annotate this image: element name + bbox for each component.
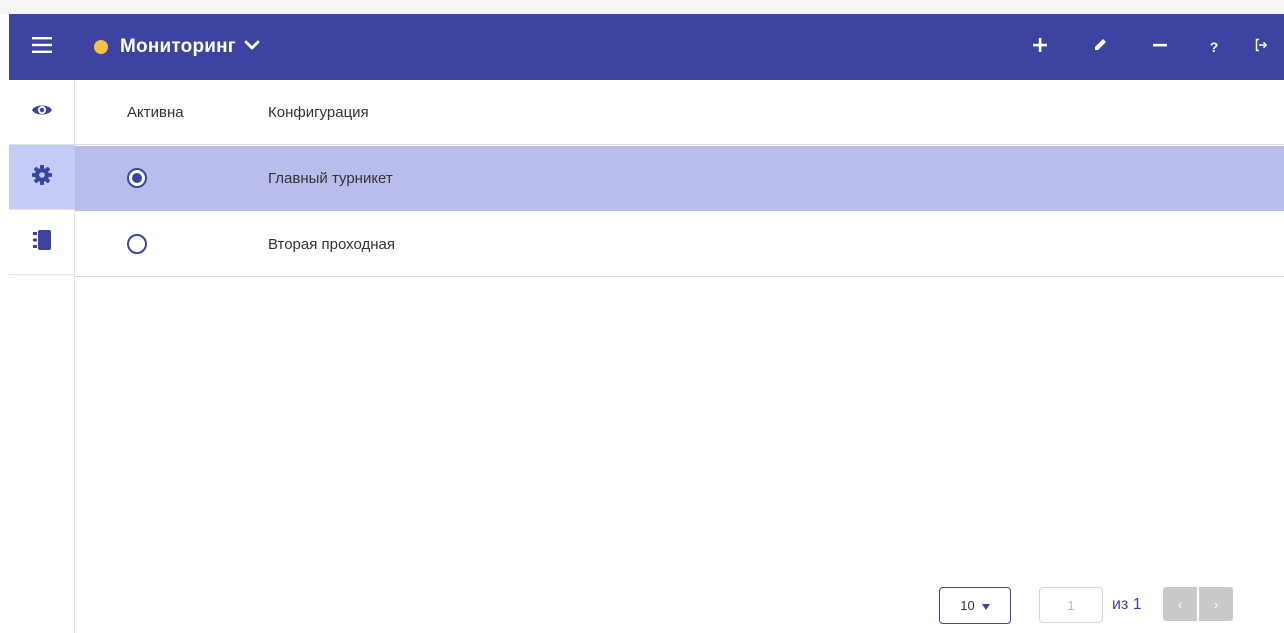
address-book-icon: [32, 229, 52, 256]
configuration-name: Вторая проходная: [268, 235, 396, 253]
configuration-name: Главный турникет: [268, 169, 393, 187]
chevron-left-icon: ‹: [1177, 596, 1183, 612]
help-icon: ?: [1209, 39, 1219, 55]
status-indicator: [94, 40, 108, 54]
column-header-active: Активна: [127, 103, 184, 121]
remove-button[interactable]: [1130, 14, 1190, 80]
gear-icon: [31, 164, 53, 191]
help-button[interactable]: ?: [1190, 14, 1238, 80]
chevron-right-icon: ›: [1213, 596, 1219, 612]
sidebar-item-journal[interactable]: [9, 210, 75, 275]
menu-icon: [30, 35, 54, 60]
logout-button[interactable]: [1238, 14, 1284, 80]
next-page-button[interactable]: ›: [1199, 587, 1233, 621]
page-number-input[interactable]: 1: [1039, 587, 1103, 623]
prev-page-button[interactable]: ‹: [1163, 587, 1197, 621]
top-strip: [0, 0, 1284, 14]
page-size-select[interactable]: 10: [939, 587, 1011, 624]
title-dropdown-button[interactable]: [244, 38, 260, 56]
app-header: Мониторинг ?: [9, 14, 1284, 80]
column-header-configuration: Конфигурация: [268, 103, 369, 121]
plus-icon: [1032, 37, 1048, 58]
sidebar-item-settings[interactable]: [9, 145, 75, 210]
menu-button[interactable]: [9, 14, 75, 80]
sidebar: [9, 80, 75, 633]
edit-button[interactable]: [1070, 14, 1130, 80]
active-radio[interactable]: [127, 234, 147, 254]
configurations-table: Активна Конфигурация Главный турникет Вт…: [75, 80, 1284, 633]
add-button[interactable]: [1010, 14, 1070, 80]
table-row[interactable]: Главный турникет: [75, 146, 1284, 211]
table-header-row: Активна Конфигурация: [75, 80, 1284, 145]
pencil-icon: [1092, 37, 1108, 58]
eye-icon: [31, 102, 53, 123]
page-count-label: из 1: [1112, 596, 1142, 613]
minus-icon: [1152, 37, 1168, 58]
sidebar-item-monitoring[interactable]: [9, 80, 75, 145]
caret-down-icon: [981, 598, 990, 613]
chevron-down-icon: [244, 38, 260, 56]
logout-icon: [1254, 38, 1268, 57]
active-radio[interactable]: [127, 168, 147, 188]
page-size-value: 10: [960, 598, 975, 613]
page-title: Мониторинг: [120, 36, 236, 57]
table-row[interactable]: Вторая проходная: [75, 212, 1284, 277]
radio-dot: [132, 173, 142, 183]
